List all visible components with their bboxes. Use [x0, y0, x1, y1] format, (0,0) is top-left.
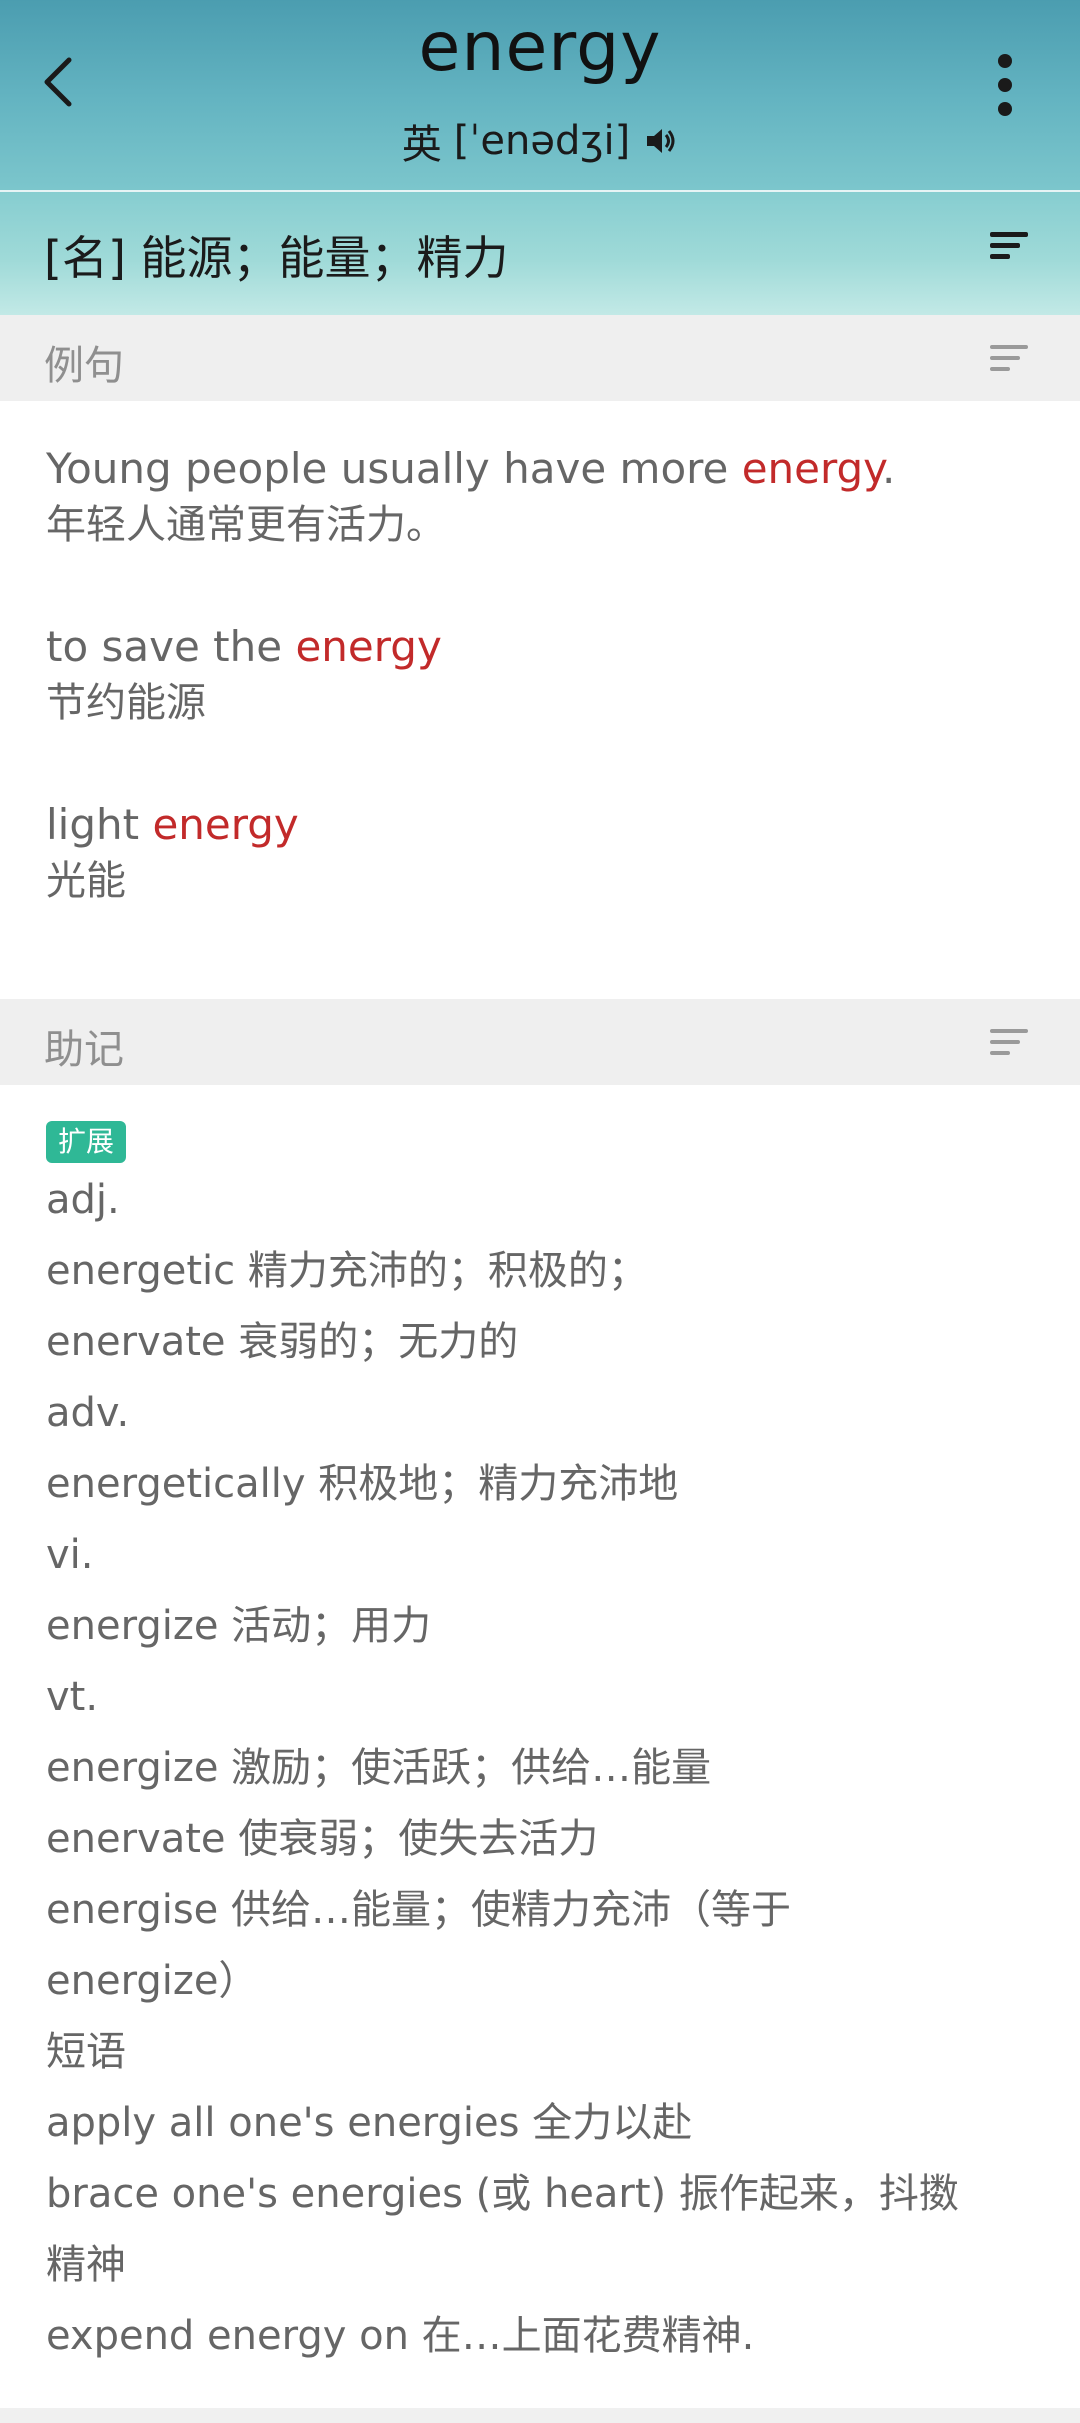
examples-section-title: 例句: [44, 343, 124, 389]
example-highlight: energy: [295, 622, 442, 671]
examples-sort-button[interactable]: [988, 341, 1032, 377]
mnemonic-line: brace one's energies (或 heart) 振作起来，抖擞: [46, 2171, 959, 2217]
mnemonic-line: enervate 衰弱的；无力的: [46, 1319, 519, 1365]
speaker-button[interactable]: [644, 124, 678, 158]
mnemonic-line: adv.: [46, 1390, 130, 1436]
mnemonic-line: 精神: [46, 2242, 126, 2288]
mnemonic-section-title: 助记: [44, 1027, 124, 1073]
mnemonic-sort-button[interactable]: [988, 1025, 1032, 1061]
examples-section-header: 例句: [0, 315, 1080, 401]
speaker-icon: [647, 129, 675, 153]
mnemonic-line: energize 激励；使活跃；供给…能量: [46, 1745, 712, 1791]
mnemonic-section-header: 助记: [0, 999, 1080, 1085]
expand-tag: 扩展: [46, 1121, 127, 1163]
meaning-band: [名] 能源；能量；精力: [0, 192, 1080, 315]
more-options-button[interactable]: [970, 40, 1040, 130]
mnemonic-line: 短语: [46, 2029, 126, 2075]
word-title: energy: [418, 8, 662, 87]
example-text: to save the: [46, 622, 296, 671]
meaning-sort-button[interactable]: [988, 228, 1032, 264]
example-text-end: .: [882, 444, 896, 493]
example-chinese: 节约能源: [46, 680, 206, 726]
example-english: to save the energy: [46, 619, 1034, 675]
example-highlight: energy: [741, 444, 883, 493]
mnemonic-line: vi.: [46, 1532, 94, 1578]
pronunciation-ipa: [ˈenədʒi]: [453, 118, 631, 164]
bottom-divider: [0, 2408, 1080, 2423]
mnemonic-line: adj.: [46, 1177, 120, 1223]
example-chinese: 年轻人通常更有活力。: [46, 502, 446, 548]
mnemonic-content: 扩展 adj. energetic 精力充沛的；积极的； enervate 衰弱的；…: [0, 1085, 1080, 2372]
mnemonic-line: enervate 使衰弱；使失去活力: [46, 1816, 599, 1862]
mnemonic-lines: adj. energetic 精力充沛的；积极的； enervate 衰弱的；无力的…: [46, 1165, 1034, 2372]
expand-tag-row: 扩展: [46, 1121, 1034, 1171]
sort-lines-icon: [990, 1029, 1028, 1055]
mnemonic-line: vt.: [46, 1674, 99, 1720]
mnemonic-line: energetic 精力充沛的；积极的；: [46, 1248, 648, 1294]
example-highlight: energy: [152, 800, 299, 849]
example-item: to save the energy 节约能源: [46, 619, 1034, 797]
sort-lines-icon: [990, 232, 1028, 259]
example-english: Young people usually have more energy.: [46, 441, 1034, 497]
pronunciation-region: 英: [401, 122, 442, 168]
definition-text: [名] 能源；能量；精力: [44, 231, 509, 285]
example-item: light energy 光能: [46, 797, 1034, 975]
mnemonic-line: apply all one's energies 全力以赴: [46, 2100, 693, 2146]
mnemonic-line: energize 活动；用力: [46, 1603, 432, 1649]
example-english: light energy: [46, 797, 1034, 853]
mnemonic-line: energise 供给…能量；使精力充沛（等于: [46, 1887, 791, 1933]
sort-lines-icon: [990, 345, 1028, 371]
mnemonic-line: energize）: [46, 1958, 259, 2004]
examples-list: Young people usually have more energy. 年…: [0, 401, 1080, 999]
example-text: Young people usually have more: [46, 444, 742, 493]
mnemonic-line: energetically 积极地；精力充沛地: [46, 1461, 679, 1507]
example-chinese: 光能: [46, 858, 126, 904]
more-vertical-icon: [998, 54, 1012, 116]
mnemonic-line: expend energy on 在…上面花费精神.: [46, 2313, 755, 2359]
pronunciation-row: 英 [ˈenədʒi]: [0, 112, 1080, 170]
example-text: light: [46, 800, 153, 849]
word-header: energy 英 [ˈenədʒi]: [0, 0, 1080, 192]
example-item: Young people usually have more energy. 年…: [46, 441, 1034, 619]
